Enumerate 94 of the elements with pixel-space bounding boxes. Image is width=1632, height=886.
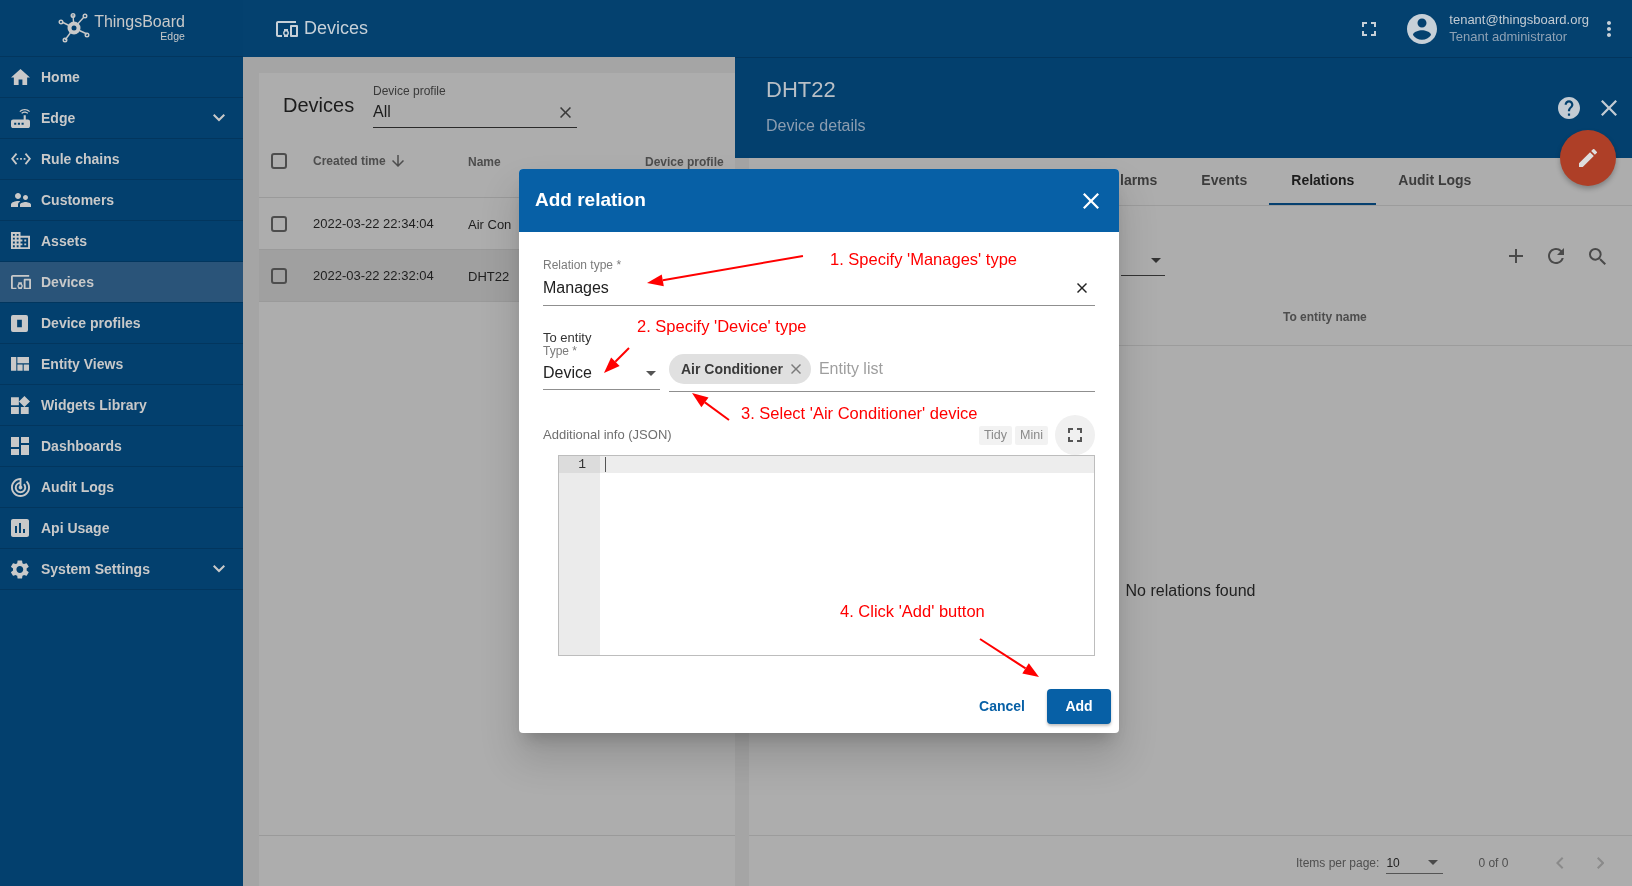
field-label: Type * — [543, 345, 578, 358]
edit-icon — [1579, 149, 1597, 167]
nav-item[interactable]: Dashboards — [0, 426, 243, 467]
page-size-select[interactable]: 10 — [1386, 852, 1444, 874]
entity-list-field[interactable]: Air Conditioner Entity list — [669, 350, 1095, 392]
dialog-button[interactable]: Cancel — [971, 689, 1033, 724]
chevron-down-icon[interactable] — [213, 114, 225, 122]
dialog-button[interactable]: Add — [1047, 689, 1111, 724]
column-header[interactable]: To entity name — [1283, 311, 1367, 324]
logo-subtitle: Edge — [160, 31, 185, 42]
dashboard-icon — [11, 437, 29, 455]
devices-icon — [276, 20, 298, 37]
user-role: Tenant administrator — [1449, 28, 1568, 46]
column-header[interactable]: Name — [468, 155, 501, 169]
row-checkbox[interactable] — [271, 215, 287, 232]
field-label: Additional info (JSON) — [543, 428, 672, 442]
dropdown-arrow-icon[interactable] — [646, 370, 656, 376]
close-icon[interactable] — [1601, 100, 1617, 116]
nav-item[interactable]: Entity Views — [0, 344, 243, 385]
editor-button[interactable]: Mini — [1015, 425, 1048, 445]
settings-icon — [11, 559, 29, 579]
help-icon[interactable] — [1558, 97, 1580, 119]
widgets-icon — [11, 395, 30, 415]
nav-item[interactable]: Devices — [0, 262, 243, 303]
paginator-label: Items per page: — [1296, 855, 1380, 872]
close-icon[interactable] — [1083, 192, 1099, 209]
nav-item[interactable]: Edge — [0, 98, 243, 139]
page-range: 0 of 0 — [1478, 855, 1509, 872]
empty-message: No relations found — [1125, 580, 1256, 601]
dropdown-arrow-icon[interactable] — [1151, 258, 1161, 263]
more-icon[interactable] — [1607, 20, 1611, 37]
add-icon[interactable] — [1509, 249, 1523, 263]
fullscreen-button[interactable] — [1055, 415, 1095, 455]
details-subtitle: Device details — [766, 116, 866, 136]
layout-blocks-icon — [11, 357, 29, 371]
annotation-text: 4. Click 'Add' button — [840, 601, 985, 621]
search-icon[interactable] — [1589, 247, 1606, 265]
user-email: tenant@thingsboard.org — [1449, 11, 1589, 29]
sort-arrow-icon[interactable] — [391, 155, 404, 167]
circuit-logo-icon — [58, 13, 91, 43]
page-title: Devices — [304, 17, 369, 40]
field-label: Device profile — [373, 84, 446, 98]
refresh-icon[interactable] — [1548, 248, 1564, 264]
annotation-arrow — [691, 392, 730, 421]
target-icon — [11, 477, 30, 497]
clear-icon[interactable] — [1077, 283, 1087, 293]
nav-item[interactable]: Home — [0, 57, 243, 98]
field-label: Relation type * — [543, 258, 622, 272]
table-cell-text: 2022-03-22 22:32:04 — [313, 266, 434, 285]
avatar-icon[interactable] — [1407, 13, 1438, 44]
annotation-text: 1. Specify 'Manages' type — [830, 249, 1017, 269]
router-icon — [11, 108, 30, 128]
devices-icon — [11, 274, 31, 290]
select-all-checkbox[interactable] — [271, 153, 287, 169]
column-header[interactable]: Created time — [313, 154, 386, 168]
card-title: Devices — [283, 93, 356, 117]
fullscreen-icon[interactable] — [1362, 21, 1377, 36]
annotation-text: 3. Select 'Air Conditioner' device — [741, 403, 978, 423]
building-icon — [11, 232, 30, 250]
table-cell-text: 2022-03-22 22:34:04 — [313, 214, 434, 233]
people-icon — [11, 193, 31, 207]
tab[interactable]: larms — [1120, 158, 1180, 205]
nav-item[interactable]: Audit Logs — [0, 467, 243, 508]
nav-item[interactable]: Rule chains — [0, 139, 243, 180]
tab[interactable]: Events — [1179, 158, 1270, 205]
annotation-arrow — [603, 347, 630, 374]
remove-icon[interactable] — [790, 364, 801, 374]
nav-item[interactable]: Device profiles — [0, 303, 243, 344]
nav-item[interactable]: Api Usage — [0, 508, 243, 549]
nav-item[interactable]: System Settings — [0, 549, 243, 590]
line-number: 1 — [559, 456, 600, 473]
annotation-text: 2. Specify 'Device' type — [637, 316, 807, 336]
home-icon — [11, 68, 30, 86]
column-header[interactable]: Device profile — [645, 155, 724, 169]
chevron-down-icon[interactable] — [213, 565, 225, 573]
section-label: To entity — [543, 330, 592, 345]
table-cell: Air Con — [468, 216, 512, 232]
tab[interactable]: Relations — [1269, 158, 1377, 205]
nav-item[interactable]: Customers — [0, 180, 243, 221]
details-title: DHT22 — [766, 77, 836, 103]
nav-item[interactable]: Widgets Library — [0, 385, 243, 426]
bar-chart-icon — [11, 519, 29, 537]
table-cell: DHT22 — [468, 268, 510, 284]
entity-chip[interactable]: Air Conditioner — [669, 354, 811, 384]
profile-filter-field[interactable]: All — [373, 102, 577, 128]
annotation-arrow — [979, 638, 1040, 678]
tile-icon — [11, 314, 28, 332]
dropdown-arrow-icon[interactable] — [1428, 860, 1439, 865]
logo-title: ThingsBoard — [94, 14, 185, 31]
tab[interactable]: Audit Logs — [1376, 158, 1494, 205]
code-brackets-icon — [11, 153, 31, 165]
text-cursor — [605, 457, 606, 472]
row-checkbox[interactable] — [271, 267, 287, 284]
fullscreen-icon — [1068, 428, 1082, 442]
